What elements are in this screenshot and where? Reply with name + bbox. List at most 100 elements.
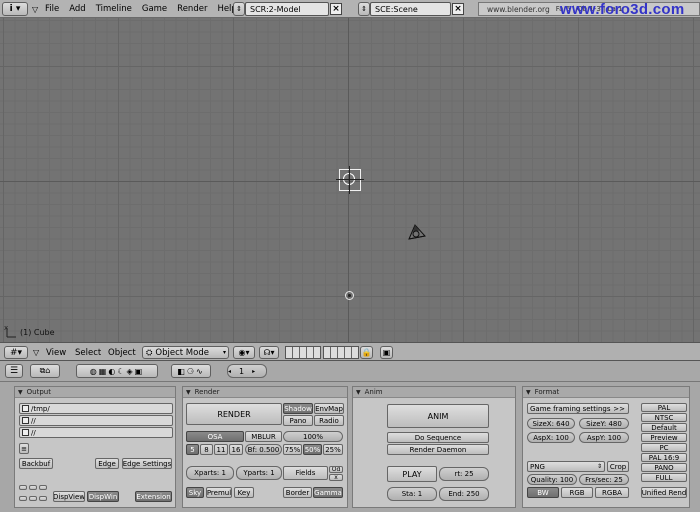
premul-button[interactable]: Premul [206,487,232,498]
extension-button[interactable]: Extension [135,491,172,502]
preset-pc-button[interactable]: PC [641,443,687,452]
percent-50-button[interactable]: 50% [303,444,322,455]
backbuf-button[interactable]: Backbuf [19,458,53,469]
output-panel: ▼ Output /tmp/ // // ≡ Backbuf Edge Edge … [14,386,176,508]
resolution-percent-field[interactable]: 100% [283,431,343,442]
menu-timeline[interactable]: Timeline [96,4,132,14]
mblur-button[interactable]: MBLUR [245,431,282,442]
screen-name-field[interactable]: SCR:2-Model [245,2,329,16]
anim-button[interactable]: ANIM [387,404,489,428]
x-button[interactable]: x [329,474,343,481]
gamma-button[interactable]: Gamma [313,487,343,498]
preset-pal-button[interactable]: PAL [641,403,687,412]
xparts-field[interactable]: Xparts: 1 [186,466,234,480]
view-buttons[interactable]: ⧉⌂ [30,364,60,378]
chevron-down-icon: ▾ [222,349,226,356]
border-button[interactable]: Border [283,487,312,498]
osa-5-button[interactable]: 5 [186,444,199,455]
backbuf-path-field[interactable]: // [19,415,173,426]
bw-button[interactable]: BW [527,487,559,498]
preset-default-button[interactable]: Default [641,423,687,432]
ftype-path-field[interactable]: // [19,427,173,438]
context-buttons[interactable]: ◍▦◐☾◈▣ [76,364,158,378]
render-path-field[interactable]: /tmp/ [19,403,173,414]
screen-browse-button[interactable]: ⇕ [233,2,245,16]
play-button[interactable]: PLAY [387,466,437,482]
yparts-field[interactable]: Yparts: 1 [236,466,282,480]
unified-render-button[interactable]: Unified Rend [641,487,687,498]
scene-name-field[interactable]: SCE:Scene [370,2,451,16]
do-sequence-button[interactable]: Do Sequence [387,432,489,443]
odd-button[interactable]: Od [329,466,343,473]
size-y-field[interactable]: SizeY: 480 [579,418,629,429]
3d-viewport[interactable]: x (1) Cube [0,18,700,342]
menu-view[interactable]: View [46,346,66,359]
pivot-select[interactable]: ☊▾ [259,346,279,359]
menu-add[interactable]: Add [69,4,85,14]
layer-buttons[interactable] [285,346,359,359]
file-type-select[interactable]: PNG ⇕ [527,461,605,472]
percent-75-button[interactable]: 75% [283,444,302,455]
rgba-button[interactable]: RGBA [595,487,629,498]
preset-ntsc-button[interactable]: NTSC [641,413,687,422]
edge-settings-button[interactable]: Edge Settings [122,458,172,469]
preset-pal169-button[interactable]: PAL 16:9 [641,453,687,462]
osa-8-button[interactable]: 8 [200,444,213,455]
menu-render[interactable]: Render [177,4,207,14]
preset-full-button[interactable]: FULL [641,473,687,482]
size-x-field[interactable]: SizeX: 640 [527,418,575,429]
small-toggle-button[interactable]: ≡ [19,443,29,454]
rt-field[interactable]: rt: 25 [439,467,489,481]
delete-scene-button[interactable]: × [452,2,464,16]
current-frame-field[interactable]: ◂ 1 ▸ [227,364,267,378]
osa-11-button[interactable]: 11 [214,444,228,455]
window-type-menu[interactable]: i ▾ [2,2,28,16]
lamp-object[interactable] [345,291,354,300]
sky-button[interactable]: Sky [186,487,204,498]
osa-button[interactable]: OSA [186,431,244,442]
mode-select[interactable]: ⛭ Object Mode ▾ [142,346,229,359]
delete-screen-button[interactable]: × [330,2,342,16]
end-frame-field[interactable]: End: 250 [439,487,489,501]
dither-grid[interactable] [19,483,47,503]
dispwin-button[interactable]: DispWin [87,491,119,502]
radio-button[interactable]: Radio [314,415,344,426]
render-button[interactable]: RENDER [186,403,282,425]
aspect-x-field[interactable]: AspX: 100 [527,432,575,443]
render-preview-button[interactable]: ▣ [380,346,393,359]
crop-button[interactable]: Crop [607,461,629,472]
lock-layers-button[interactable]: 🔒 [360,346,373,359]
start-frame-field[interactable]: Sta: 1 [387,487,437,501]
scene-browse-button[interactable]: ⇕ [358,2,370,16]
menu-game[interactable]: Game [142,4,167,14]
aspect-y-field[interactable]: AspY: 100 [579,432,629,443]
render-daemon-button[interactable]: Render Daemon [387,444,489,455]
render-subcontext-buttons[interactable]: ◧⚆∿ [171,364,211,378]
quality-field[interactable]: Quality: 100 [527,474,577,485]
collapse-menu-icon[interactable]: ▽ [32,2,38,16]
key-button[interactable]: Key [234,487,254,498]
collapse-menu-icon[interactable]: ▽ [33,346,39,359]
dispview-button[interactable]: DispView [53,491,85,502]
window-type-menu[interactable]: ☰ [5,364,23,378]
camera-object[interactable] [405,222,429,242]
preset-preview-button[interactable]: Preview [641,433,687,442]
draw-type-select[interactable]: ◉▾ [233,346,255,359]
blur-factor-field[interactable]: Bf: 0.500 [245,444,282,455]
envmap-button[interactable]: EnvMap [314,403,344,414]
menu-select[interactable]: Select [75,346,101,359]
preset-pano-button[interactable]: PANO [641,463,687,472]
folder-icon [22,405,29,412]
game-framing-button[interactable]: Game framing settings >> [527,403,629,414]
frames-per-second-field[interactable]: Frs/sec: 25 [579,474,629,485]
menu-object[interactable]: Object [108,346,136,359]
rgb-button[interactable]: RGB [561,487,593,498]
shadow-button[interactable]: Shadow [283,403,313,414]
osa-16-button[interactable]: 16 [229,444,243,455]
menu-file[interactable]: File [45,4,59,14]
window-type-menu[interactable]: #▾ [4,346,28,359]
edge-button[interactable]: Edge [95,458,119,469]
pano-button[interactable]: Pano [283,415,313,426]
percent-25-button[interactable]: 25% [323,444,343,455]
fields-button[interactable]: Fields [283,466,328,480]
